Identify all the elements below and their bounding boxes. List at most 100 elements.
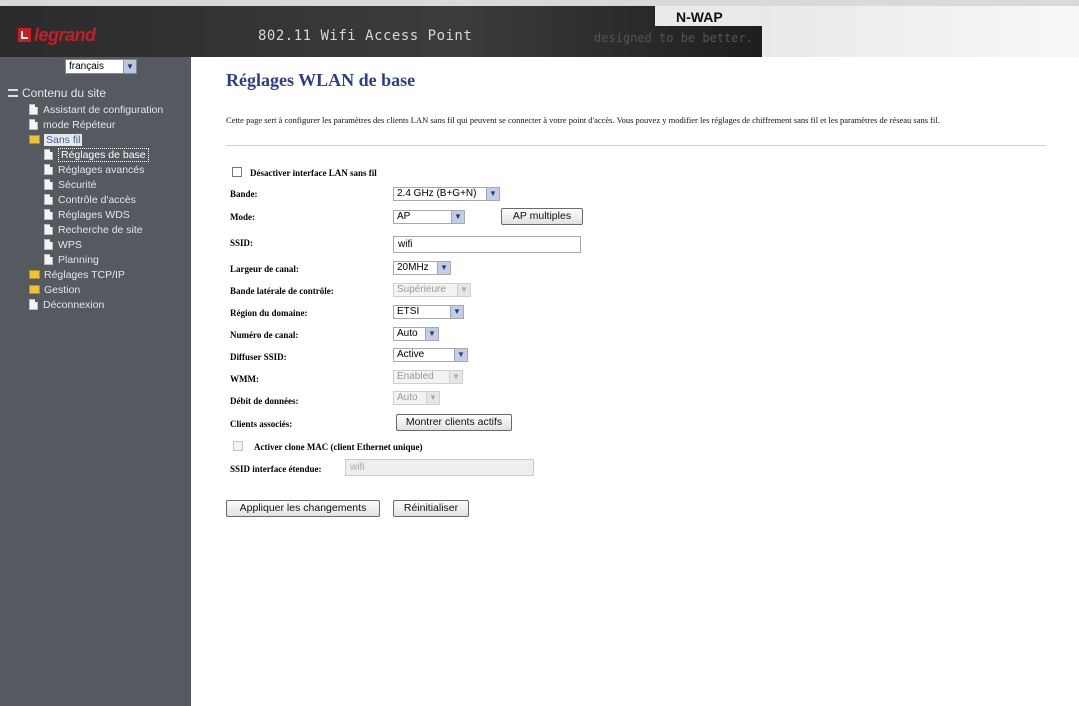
- tree-root-icon: [8, 88, 18, 97]
- mac-clone-checkbox[interactable]: [233, 441, 243, 451]
- folder-icon: [29, 285, 40, 294]
- chevron-down-icon: ▼: [425, 328, 438, 340]
- logo-mark-icon: [18, 28, 31, 42]
- data-rate-select-value: Auto: [397, 392, 418, 403]
- domain-region-select-value: ETSI: [397, 306, 420, 317]
- chevron-down-icon: ▼: [123, 60, 136, 73]
- sidebar-item-security[interactable]: Sécurité: [44, 177, 97, 192]
- sidebar-item-label: Déconnexion: [43, 298, 105, 311]
- broadcast-ssid-select[interactable]: Active ▼: [393, 348, 468, 362]
- sidebar-item-wps[interactable]: WPS: [44, 237, 82, 252]
- page-icon: [44, 224, 53, 235]
- language-select[interactable]: français ▼: [65, 59, 137, 74]
- wmm-label: WMM:: [230, 374, 259, 384]
- band-select[interactable]: 2.4 GHz (B+G+N) ▼: [393, 187, 500, 201]
- page-icon: [29, 104, 38, 115]
- channel-width-select-value: 20MHz: [397, 262, 429, 273]
- header: legrand 802.11 Wifi Access Point N-WAP d…: [0, 0, 1079, 57]
- sidebar-item-label: Réglages WDS: [58, 208, 130, 221]
- broadcast-ssid-select-value: Active: [397, 349, 425, 360]
- sidebar-item-label: Recherche de site: [58, 223, 143, 236]
- channel-width-label: Largeur de canal:: [230, 264, 299, 274]
- extended-ssid-label: SSID interface étendue:: [230, 464, 322, 474]
- domain-region-select[interactable]: ETSI ▼: [393, 305, 464, 319]
- wmm-select[interactable]: Enabled ▼: [393, 370, 463, 384]
- sidebar-item-schedule[interactable]: Planning: [44, 252, 99, 267]
- page-icon: [44, 194, 53, 205]
- sidebar-item-label: Gestion: [44, 283, 81, 296]
- sidebar-item-label: Sans fil: [44, 133, 83, 146]
- sidebar-item-wds-settings[interactable]: Réglages WDS: [44, 207, 130, 222]
- chevron-down-icon: ▼: [450, 306, 463, 318]
- page-icon: [44, 209, 53, 220]
- page-icon: [44, 149, 53, 160]
- nav-root-label: Contenu du site: [22, 85, 107, 100]
- folder-open-icon: [29, 135, 40, 144]
- sidebar-item-wireless[interactable]: Sans fil: [29, 132, 83, 147]
- domain-region-label: Région du domaine:: [230, 308, 308, 318]
- data-rate-label: Débit de données:: [230, 396, 299, 406]
- ssid-input[interactable]: wifi: [393, 236, 581, 253]
- apply-changes-button[interactable]: Appliquer les changements: [226, 500, 380, 517]
- data-rate-select[interactable]: Auto ▼: [393, 391, 440, 405]
- language-select-value: français: [69, 61, 105, 72]
- page-icon: [44, 239, 53, 250]
- mac-clone-label: Activer clone MAC (client Ethernet uniqu…: [254, 442, 423, 452]
- sidebar-item-tcpip[interactable]: Réglages TCP/IP: [29, 267, 125, 282]
- wmm-select-value: Enabled: [397, 371, 434, 382]
- sidebar-item-management[interactable]: Gestion: [29, 282, 80, 297]
- sidebar-item-label: Sécurité: [58, 178, 97, 191]
- sidebar-item-access-control[interactable]: Contrôle d'accès: [44, 192, 136, 207]
- channel-number-select[interactable]: Auto ▼: [393, 327, 439, 341]
- band-label: Bande:: [230, 189, 258, 199]
- chevron-down-icon: ▼: [451, 211, 464, 223]
- sidebar-item-label: Réglages TCP/IP: [44, 268, 125, 281]
- extended-ssid-input[interactable]: wifi: [345, 459, 534, 476]
- sidebar: français ▼ Contenu du site Assistant de …: [0, 57, 191, 706]
- sidebar-item-site-survey[interactable]: Recherche de site: [44, 222, 143, 237]
- page-description: Cette page sert à configurer les paramèt…: [226, 115, 940, 125]
- chevron-down-icon: ▼: [454, 349, 467, 361]
- mode-label: Mode:: [230, 212, 255, 222]
- page-icon: [29, 299, 38, 310]
- divider: [226, 145, 1046, 146]
- sidebar-item-repeater-mode[interactable]: mode Répéteur: [29, 117, 115, 132]
- sidebar-item-label: Réglages avancés: [58, 163, 145, 176]
- sidebar-item-label: Réglages de base: [58, 147, 149, 162]
- control-sideband-select[interactable]: Supérieure ▼: [393, 283, 471, 297]
- show-active-clients-button[interactable]: Montrer clients actifs: [396, 414, 512, 431]
- chevron-down-icon: ▼: [449, 371, 462, 383]
- associated-clients-label: Clients associés:: [230, 419, 293, 429]
- broadcast-ssid-label: Diffuser SSID:: [230, 352, 287, 362]
- mode-select[interactable]: AP ▼: [393, 210, 465, 224]
- sidebar-item-label: Planning: [58, 253, 99, 266]
- chevron-down-icon: ▼: [426, 392, 439, 404]
- page-title: Réglages WLAN de base: [226, 70, 416, 90]
- sidebar-item-label: Assistant de configuration: [43, 103, 164, 116]
- page-icon: [44, 179, 53, 190]
- folder-icon: [29, 270, 40, 279]
- main-content: Réglages WLAN de base Cette page sert à …: [226, 70, 1056, 517]
- disable-wlan-checkbox[interactable]: [232, 167, 242, 177]
- control-sideband-label: Bande latérale de contrôle:: [230, 286, 334, 296]
- page-icon: [29, 119, 38, 130]
- sidebar-item-assistant[interactable]: Assistant de configuration: [29, 102, 163, 117]
- app-title: 802.11 Wifi Access Point: [258, 28, 473, 44]
- sidebar-item-logout[interactable]: Déconnexion: [29, 297, 104, 312]
- sidebar-item-advanced-settings[interactable]: Réglages avancés: [44, 162, 144, 177]
- page-icon: [44, 254, 53, 265]
- nav-root[interactable]: Contenu du site: [8, 85, 106, 100]
- mode-select-value: AP: [397, 211, 411, 222]
- multiple-ap-button[interactable]: AP multiples: [501, 208, 583, 225]
- channel-number-select-value: Auto: [397, 328, 418, 339]
- sidebar-item-label: Contrôle d'accès: [58, 193, 136, 206]
- logo-text: legrand: [34, 24, 96, 45]
- sidebar-item-basic-settings[interactable]: Réglages de base: [44, 147, 149, 162]
- ssid-label: SSID:: [230, 238, 254, 248]
- band-select-value: 2.4 GHz (B+G+N): [397, 188, 477, 199]
- header-right-panel: [762, 6, 1079, 57]
- product-name: N-WAP: [676, 9, 723, 25]
- reset-button[interactable]: Réinitialiser: [393, 500, 469, 517]
- channel-width-select[interactable]: 20MHz ▼: [393, 261, 451, 275]
- control-sideband-select-value: Supérieure: [397, 284, 446, 295]
